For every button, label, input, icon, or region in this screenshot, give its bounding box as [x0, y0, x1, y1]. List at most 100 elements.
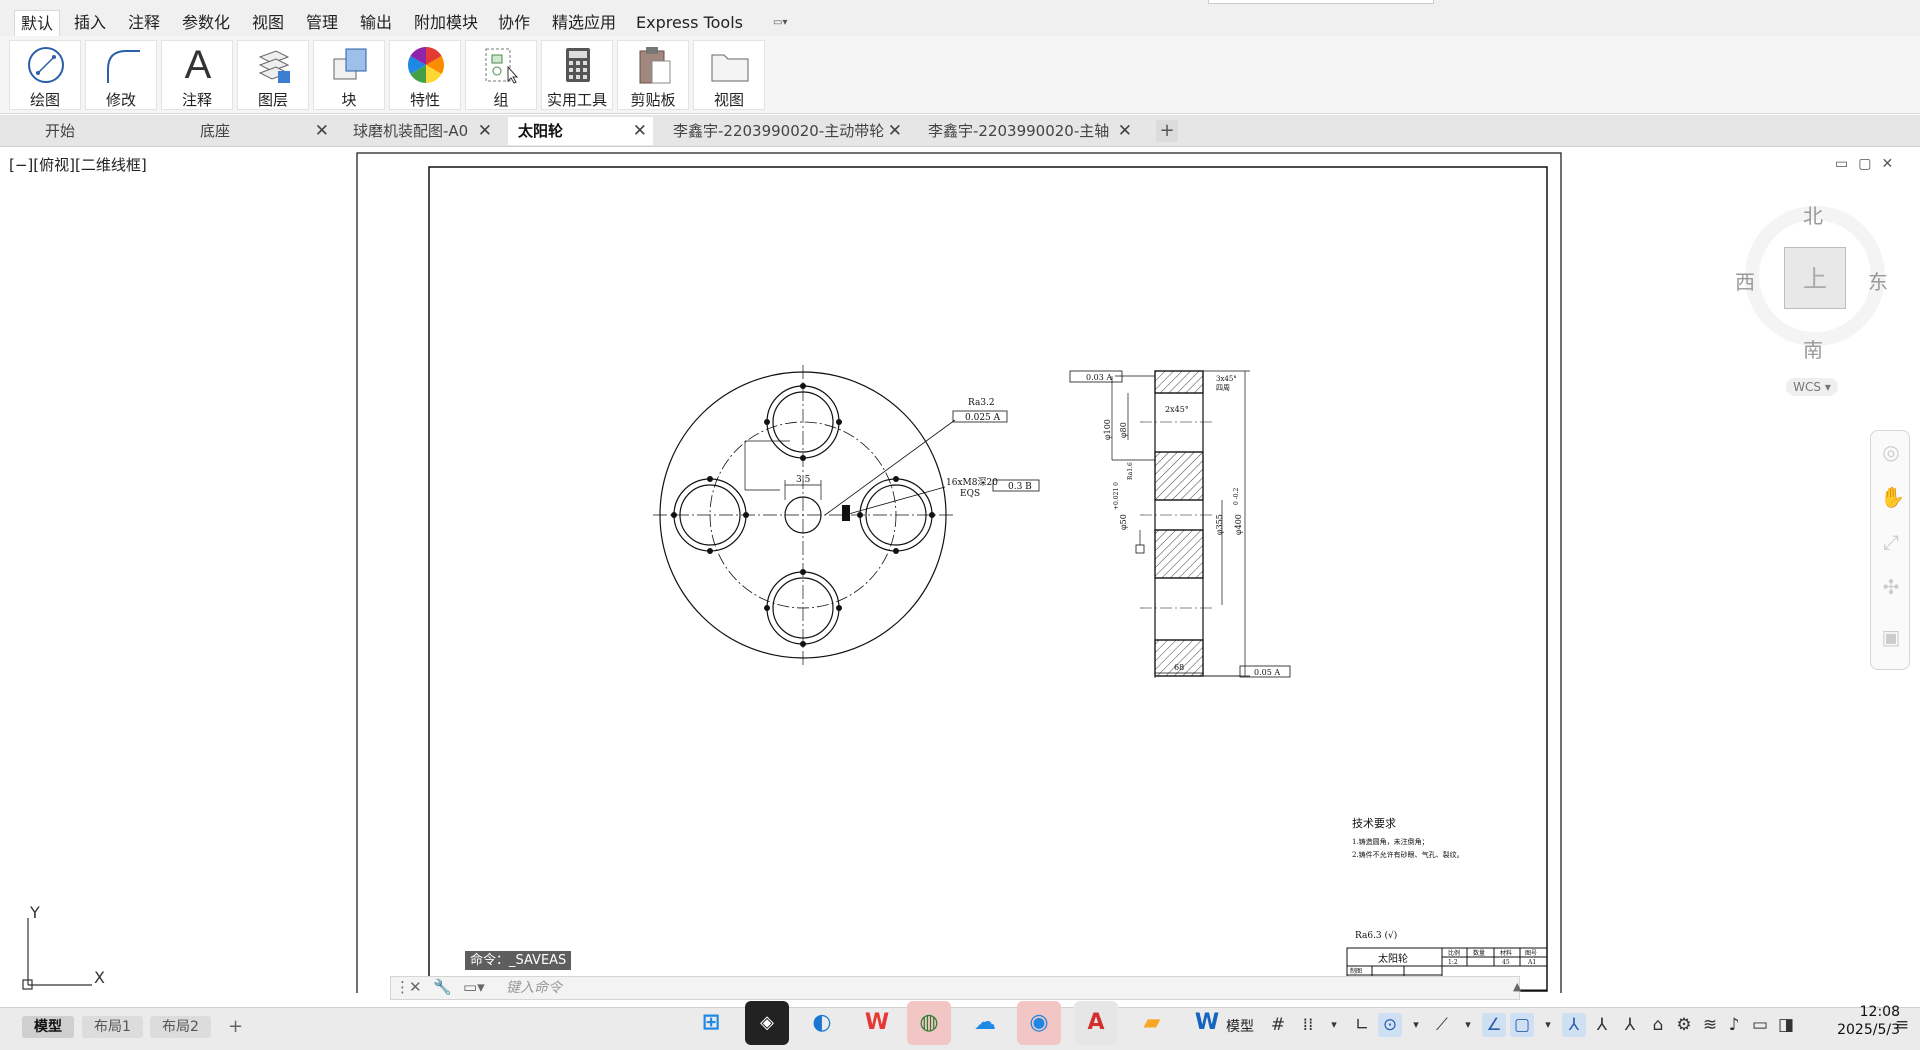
object-snap-icon[interactable]: ▢: [1510, 1013, 1534, 1037]
pan-hand-icon[interactable]: ✋: [1880, 486, 1905, 508]
draw-button[interactable]: 绘图: [9, 40, 81, 110]
close-icon[interactable]: ✕: [1118, 117, 1132, 145]
file-tab-shaft[interactable]: 李鑫宇-2203990020-主轴 ✕: [918, 117, 1138, 145]
file-explorer-icon[interactable]: ▰: [1130, 1001, 1174, 1045]
autocad-app-icon[interactable]: A: [1074, 1001, 1118, 1045]
command-line: ⋮ ✕ 🔧 ▭▾ ▲: [390, 976, 1521, 1000]
baidu-netdisk-icon[interactable]: ☁: [963, 1001, 1007, 1045]
ortho-icon[interactable]: ∟: [1350, 1013, 1374, 1037]
polar-tracking-icon[interactable]: ⊙: [1378, 1013, 1402, 1037]
osnap-dropdown-icon[interactable]: ▾: [1536, 1013, 1560, 1037]
isodraft-icon[interactable]: ⟋: [1430, 1013, 1454, 1037]
tab-output[interactable]: 输出: [354, 10, 398, 36]
file-tab-pulley[interactable]: 李鑫宇-2203990020-主动带轮 ✕: [663, 117, 908, 145]
tab-express-tools[interactable]: Express Tools: [630, 10, 749, 36]
snap-icon[interactable]: ⁞⁞: [1296, 1013, 1320, 1037]
dim-ra-small: Ra1.6: [1127, 462, 1134, 480]
panel-toggle-icon[interactable]: ▭▾: [773, 17, 803, 31]
wechat-app-icon[interactable]: ◍: [907, 1001, 951, 1045]
clock-time: 12:08: [1859, 1004, 1900, 1020]
grid-icon[interactable]: #: [1266, 1013, 1290, 1037]
tab-parametric[interactable]: 参数化: [176, 10, 236, 36]
drawing-canvas[interactable]: [−][俯视][二维线框] ▭▢✕ 3.5 Ra3.2 0.025 A 16xM…: [0, 148, 1920, 1000]
file-tab-start[interactable]: 开始: [35, 117, 185, 145]
grip-icon[interactable]: ⋮: [395, 978, 410, 996]
close-icon[interactable]: ✕: [409, 978, 422, 996]
cursor-app-icon[interactable]: ◈: [745, 1001, 789, 1045]
volume-icon: ♪: [1728, 1015, 1740, 1035]
command-input[interactable]: [506, 978, 1406, 998]
layers-button[interactable]: 图层: [237, 40, 309, 110]
zoom-icon[interactable]: ⤢: [1880, 531, 1902, 553]
tab-addins[interactable]: 附加模块: [408, 10, 484, 36]
orbit-icon[interactable]: ✣: [1880, 576, 1902, 598]
layers-label: 图层: [257, 91, 288, 109]
layout-tab-2[interactable]: 布局2: [150, 1016, 211, 1038]
drawing-no-header: 图号: [1525, 950, 1537, 957]
group-button[interactable]: 组: [465, 40, 537, 110]
block-button[interactable]: 块: [313, 40, 385, 110]
workspace-icon[interactable]: ⌂: [1646, 1013, 1670, 1037]
tab-featured-apps[interactable]: 精选应用: [546, 10, 622, 36]
viewcube-top-face[interactable]: 上: [1784, 247, 1846, 309]
layout-tab-model[interactable]: 模型: [22, 1016, 74, 1038]
modify-button[interactable]: 修改: [85, 40, 157, 110]
file-tab-ballmill[interactable]: 球磨机装配图-A0 ✕: [343, 117, 498, 145]
annotate-button[interactable]: A 注释: [161, 40, 233, 110]
compass-north[interactable]: 北: [1803, 200, 1823, 229]
search-input[interactable]: [1208, 0, 1434, 4]
tab-manage[interactable]: 管理: [300, 10, 344, 36]
annotation-scale-icon[interactable]: ⅄: [1618, 1013, 1642, 1037]
tab-default[interactable]: 默认: [14, 10, 61, 36]
add-tab-button[interactable]: +: [1156, 120, 1178, 142]
object-snap-tracking-icon[interactable]: ∠: [1482, 1013, 1506, 1037]
annotate-label: 注释: [181, 91, 212, 109]
tab-view[interactable]: 视图: [246, 10, 290, 36]
customize-wrench-icon[interactable]: 🔧: [433, 978, 452, 996]
word-app-icon[interactable]: W: [1185, 1001, 1229, 1045]
layout-tab-1[interactable]: 布局1: [82, 1016, 143, 1038]
close-icon[interactable]: ✕: [478, 117, 492, 145]
notes-title: 技术要求: [1352, 817, 1396, 830]
file-tab-base[interactable]: 底座 ✕: [190, 117, 335, 145]
layers-icon: [258, 50, 290, 83]
compass-south[interactable]: 南: [1803, 334, 1823, 363]
compass-east[interactable]: 东: [1868, 266, 1888, 295]
view-button[interactable]: 视图: [693, 40, 765, 110]
annotation-autoscale-icon[interactable]: ⅄: [1590, 1013, 1614, 1037]
annotation-visibility-icon[interactable]: ⅄: [1562, 1013, 1586, 1037]
block-icon: [333, 48, 367, 80]
edge-app-icon[interactable]: ◐: [800, 1001, 844, 1045]
steering-wheel-icon[interactable]: ◎: [1880, 441, 1902, 463]
wps-app-icon[interactable]: W: [855, 1001, 899, 1045]
viewcube[interactable]: 北 南 东 西 上: [1735, 200, 1888, 365]
polar-dropdown-icon[interactable]: ▾: [1404, 1013, 1428, 1037]
model-space-button[interactable]: 模型: [1226, 1016, 1254, 1036]
tab-collaborate[interactable]: 协作: [492, 10, 536, 36]
isodraft-dropdown-icon[interactable]: ▾: [1456, 1013, 1480, 1037]
front-view: [653, 365, 956, 665]
properties-button[interactable]: 特性: [389, 40, 461, 110]
close-icon[interactable]: ✕: [633, 117, 647, 145]
dim-runout: 0.05 A: [1254, 668, 1280, 677]
qq-app-icon[interactable]: ◉: [1017, 1001, 1061, 1045]
expand-arrow-icon[interactable]: ▲: [1513, 980, 1521, 993]
close-icon[interactable]: ✕: [888, 117, 902, 145]
add-layout-button[interactable]: +: [228, 1016, 243, 1037]
windows-start-icon[interactable]: ⊞: [689, 1001, 733, 1045]
close-icon[interactable]: ✕: [315, 117, 329, 145]
settings-gear-icon[interactable]: ⚙: [1672, 1013, 1696, 1037]
tab-insert[interactable]: 插入: [68, 10, 112, 36]
showmotion-icon[interactable]: ▣: [1880, 626, 1902, 648]
modify-icon: [107, 50, 140, 83]
utilities-button[interactable]: 实用工具: [541, 40, 613, 110]
file-tab-sun-gear[interactable]: 太阳轮 ✕: [508, 117, 653, 145]
tab-annotate[interactable]: 注释: [122, 10, 166, 36]
clipboard-button[interactable]: 剪贴板: [617, 40, 689, 110]
compass-west[interactable]: 西: [1735, 266, 1755, 295]
text-a-icon: A: [184, 43, 212, 87]
part-name: 太阳轮: [1378, 952, 1408, 965]
snap-dropdown-icon[interactable]: ▾: [1322, 1013, 1346, 1037]
wcs-dropdown[interactable]: WCS ▾: [1786, 378, 1838, 396]
recent-commands-icon[interactable]: ▭▾: [463, 978, 485, 996]
